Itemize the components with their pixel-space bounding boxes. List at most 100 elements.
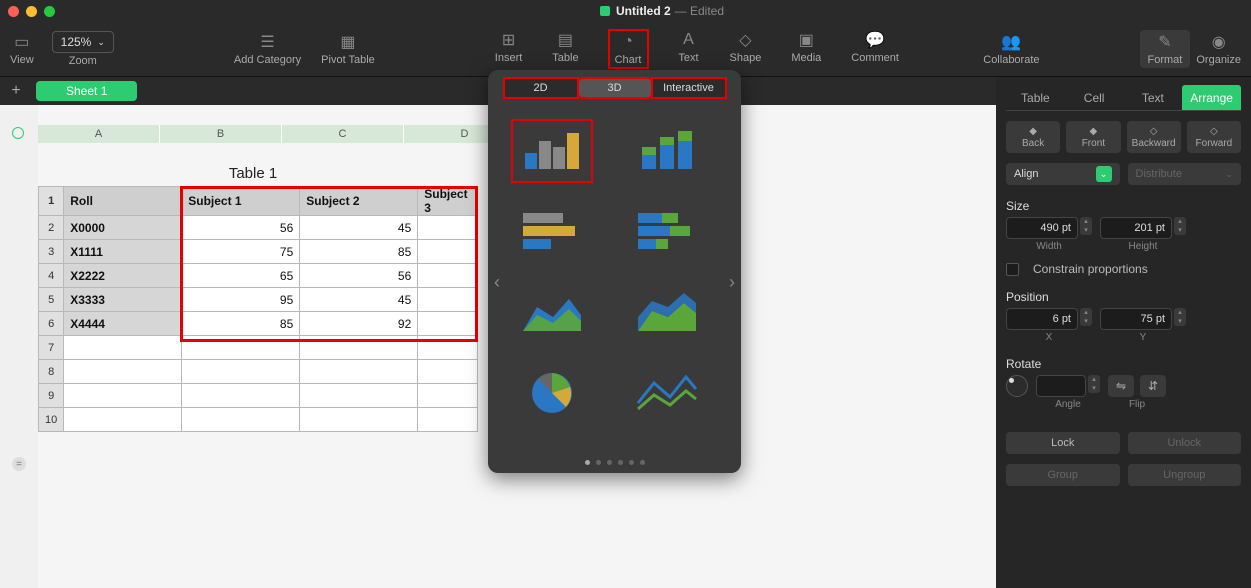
cell[interactable]: 45: [300, 216, 418, 240]
cell[interactable]: [64, 408, 182, 432]
chart-template-3d-area[interactable]: [512, 280, 592, 342]
cell[interactable]: 95: [182, 288, 300, 312]
cell[interactable]: [182, 360, 300, 384]
lock-button[interactable]: Lock: [1006, 432, 1120, 454]
media-button[interactable]: ▣Media: [791, 30, 821, 68]
format-button[interactable]: ✎Format: [1140, 30, 1191, 68]
zoom-control[interactable]: 125%⌄ Zoom: [52, 31, 114, 67]
chart-template-3d-bar[interactable]: [512, 200, 592, 262]
cell[interactable]: [418, 288, 478, 312]
cell[interactable]: [418, 408, 478, 432]
chart-template-3d-column[interactable]: [512, 120, 592, 182]
row-number[interactable]: 8: [39, 360, 64, 384]
table-button[interactable]: ▤Table: [552, 30, 578, 68]
pivot-table-button[interactable]: ▦ Pivot Table: [321, 32, 375, 66]
cell[interactable]: [418, 216, 478, 240]
header-cell[interactable]: Subject 3: [418, 187, 478, 216]
height-stepper[interactable]: ▴▾: [1174, 217, 1186, 235]
chart-template-3d-stacked-bar[interactable]: [627, 200, 707, 262]
cell[interactable]: 56: [182, 216, 300, 240]
text-button[interactable]: AText: [678, 30, 700, 68]
view-button[interactable]: ▭ View: [10, 32, 34, 66]
close-window-button[interactable]: [8, 6, 19, 17]
chart-button[interactable]: ◔Chart: [609, 30, 648, 68]
cell[interactable]: [418, 312, 478, 336]
cell[interactable]: 45: [300, 288, 418, 312]
unlock-button[interactable]: Unlock: [1128, 432, 1242, 454]
col-header[interactable]: C: [282, 125, 404, 143]
tab-2d[interactable]: 2D: [504, 78, 578, 98]
cell[interactable]: [418, 336, 478, 360]
cell[interactable]: X0000: [64, 216, 182, 240]
ungroup-button[interactable]: Ungroup: [1128, 464, 1242, 486]
row-number[interactable]: 2: [39, 216, 64, 240]
cell[interactable]: [300, 384, 418, 408]
cell[interactable]: [300, 336, 418, 360]
maximize-window-button[interactable]: [44, 6, 55, 17]
cell[interactable]: X4444: [64, 312, 182, 336]
row-number[interactable]: 9: [39, 384, 64, 408]
cell[interactable]: 85: [300, 240, 418, 264]
angle-field[interactable]: [1036, 375, 1086, 397]
comment-button[interactable]: 💬Comment: [851, 30, 899, 68]
constrain-checkbox[interactable]: [1006, 263, 1019, 276]
organize-button[interactable]: ◉Organize: [1196, 32, 1241, 66]
cell[interactable]: [64, 336, 182, 360]
tab-table[interactable]: Table: [1006, 91, 1065, 105]
minimize-window-button[interactable]: [26, 6, 37, 17]
header-cell[interactable]: Subject 1: [182, 187, 300, 216]
flip-horizontal-button[interactable]: ⇋: [1108, 375, 1134, 397]
cell[interactable]: 75: [182, 240, 300, 264]
send-backward-button[interactable]: ◇Backward: [1127, 121, 1181, 153]
row-number[interactable]: 1: [39, 187, 64, 216]
header-cell[interactable]: Roll: [64, 187, 182, 216]
flip-vertical-button[interactable]: ⇵: [1140, 375, 1166, 397]
row-number[interactable]: 4: [39, 264, 64, 288]
formula-marker-icon[interactable]: =: [12, 457, 26, 471]
row-number[interactable]: 6: [39, 312, 64, 336]
bring-to-front-button[interactable]: ◆Front: [1066, 121, 1120, 153]
align-select[interactable]: Align⌄: [1006, 163, 1120, 185]
row-number[interactable]: 10: [39, 408, 64, 432]
cell[interactable]: X3333: [64, 288, 182, 312]
y-field[interactable]: 75 pt: [1100, 308, 1172, 330]
distribute-select[interactable]: Distribute⌄: [1128, 163, 1242, 185]
tab-arrange[interactable]: Arrange: [1182, 85, 1241, 110]
group-button[interactable]: Group: [1006, 464, 1120, 486]
width-stepper[interactable]: ▴▾: [1080, 217, 1092, 235]
send-to-back-button[interactable]: ◆Back: [1006, 121, 1060, 153]
next-page-button[interactable]: ›: [729, 272, 735, 293]
x-field[interactable]: 6 pt: [1006, 308, 1078, 330]
cell[interactable]: [182, 336, 300, 360]
cell[interactable]: 56: [300, 264, 418, 288]
cell[interactable]: [418, 240, 478, 264]
tab-text[interactable]: Text: [1124, 91, 1183, 105]
header-cell[interactable]: Subject 2: [300, 187, 418, 216]
chart-template-3d-pie[interactable]: [512, 360, 592, 422]
cell[interactable]: X1111: [64, 240, 182, 264]
bring-forward-button[interactable]: ◇Forward: [1187, 121, 1241, 153]
cell[interactable]: 65: [182, 264, 300, 288]
chart-template-3d-line[interactable]: [627, 360, 707, 422]
cell[interactable]: [418, 360, 478, 384]
cell[interactable]: X2222: [64, 264, 182, 288]
cell[interactable]: 92: [300, 312, 418, 336]
cell[interactable]: [418, 264, 478, 288]
shape-button[interactable]: ◇Shape: [730, 30, 762, 68]
table-title[interactable]: Table 1: [38, 165, 468, 182]
height-field[interactable]: 201 pt: [1100, 217, 1172, 239]
angle-stepper[interactable]: ▴▾: [1088, 375, 1100, 393]
x-stepper[interactable]: ▴▾: [1080, 308, 1092, 326]
cell[interactable]: [182, 408, 300, 432]
cell[interactable]: [64, 384, 182, 408]
collaborate-button[interactable]: 👥Collaborate: [983, 32, 1039, 66]
tab-cell[interactable]: Cell: [1065, 91, 1124, 105]
rotate-knob[interactable]: [1006, 375, 1028, 397]
col-header[interactable]: B: [160, 125, 282, 143]
width-field[interactable]: 490 pt: [1006, 217, 1078, 239]
cell[interactable]: [64, 360, 182, 384]
cell[interactable]: [300, 408, 418, 432]
cell[interactable]: [418, 384, 478, 408]
cell[interactable]: [182, 384, 300, 408]
tab-interactive[interactable]: Interactive: [652, 78, 726, 98]
